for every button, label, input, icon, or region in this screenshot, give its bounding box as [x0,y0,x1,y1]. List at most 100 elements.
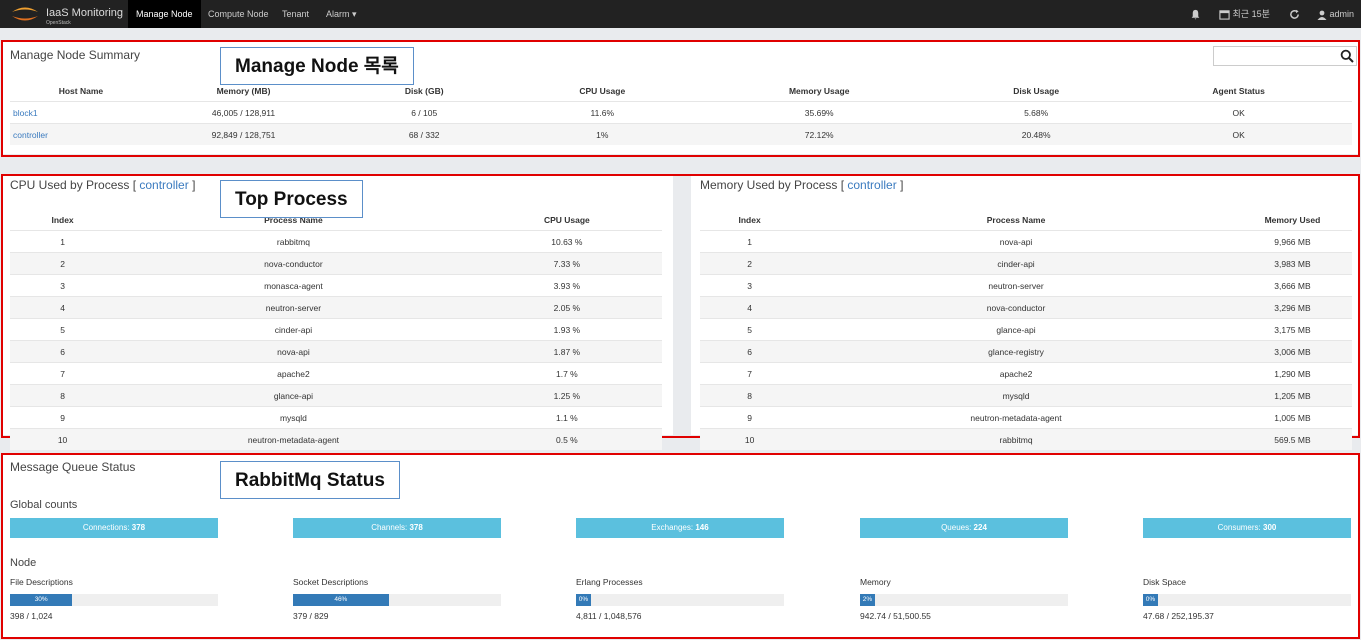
cell: 10 [700,428,800,450]
host-link-label: block1 [13,107,38,118]
table-row: 3 neutron-server 3,666 MB [700,274,1352,297]
host-link-label: controller [13,129,48,140]
metric-label: Erlang Processes [576,577,643,587]
progress-bar: 0% [576,594,784,606]
nav-tenant[interactable]: Tenant [274,0,317,28]
mq-title: Message Queue Status [10,460,136,474]
cpu-title-prefix: CPU Used by Process [ [10,178,140,192]
col-memory-used[interactable]: Memory Used [1233,209,1352,231]
cell: 9 [700,406,800,429]
cell: glance-api [115,384,472,407]
nav-alarm[interactable]: Alarm ▾ [318,0,365,28]
table-row: 3 monasca-agent 3.93 % [10,274,662,297]
node-label: Node [10,557,37,569]
progress-bar: 0% [1143,594,1351,606]
cell: 3,296 MB [1232,296,1352,319]
search-icon[interactable] [1340,49,1354,63]
table-row: 1 rabbitmq 10.63 % [10,230,662,253]
cell: 5 [700,318,800,341]
nav-alarm-label: Alarm [326,9,350,19]
count-value: 300 [1263,523,1277,532]
time-range-label: 최근 15분 [1232,9,1270,19]
cell: 7 [700,362,800,385]
notification-bell[interactable] [1190,0,1201,28]
table-row: 9 neutron-metadata-agent 1,005 MB [700,406,1352,429]
progress-bar: 2% [860,594,1068,606]
cell: monasca-agent [115,274,472,297]
cell: 2.05 % [471,296,662,319]
col-agent-status[interactable]: Agent Status [1125,80,1352,102]
count-badge[interactable]: Connections: 378 [10,518,218,538]
col-cpu-usage[interactable]: CPU Usage [472,209,662,231]
table-row: block1 46,005 / 128,911 6 / 105 11.6% 35… [10,101,1352,124]
time-range-selector[interactable]: 최근 15분 [1219,0,1270,28]
nav-manage-node[interactable]: Manage Node [128,0,201,28]
table-row: 8 mysqld 1,205 MB [700,384,1352,407]
cell: 20.48% [947,123,1126,145]
cell: neutron-server [115,296,472,319]
table-row: 9 mysqld 1.1 % [10,406,662,429]
table-row: 5 cinder-api 1.93 % [10,318,662,341]
refresh-icon [1290,9,1299,19]
count-badge[interactable]: Queues: 224 [860,518,1068,538]
metric-label: Disk Space [1143,577,1186,587]
cell: 46,005 / 128,911 [151,101,336,124]
col-memory-usage[interactable]: Memory Usage [691,80,947,102]
cell: 1.1 % [471,406,662,429]
cell: nova-api [115,340,472,363]
global-counts-label: Global counts [10,499,78,511]
cell: nova-conductor [799,296,1233,319]
nav-compute-node[interactable]: Compute Node [200,0,277,28]
col-disk-usage[interactable]: Disk Usage [947,80,1125,102]
cell: 8 [700,384,800,407]
col-cpu-usage[interactable]: CPU Usage [513,80,691,102]
mem-title-suffix: ] [896,178,904,192]
cell: 6 [10,340,116,363]
cell: 3,006 MB [1232,340,1352,363]
col-index[interactable]: Index [700,209,799,231]
cell: 72.12% [691,123,948,145]
cell: 1 [700,230,800,253]
memory-process-title: Memory Used by Process [ controller ] [700,178,903,192]
count-value: 378 [409,523,423,532]
table-row: 4 neutron-server 2.05 % [10,296,662,319]
col-host-name[interactable]: Host Name [10,80,152,102]
calendar-icon [1219,10,1230,20]
search-input[interactable] [1213,46,1357,66]
annotation-rabbitmq: RabbitMq Status [220,461,400,499]
cell: rabbitmq [115,230,472,253]
cell: 9 [10,406,116,429]
count-badge[interactable]: Channels: 378 [293,518,501,538]
cell: neutron-metadata-agent [799,406,1233,429]
metric-label: Socket Descriptions [293,577,369,587]
cell: 2 [700,252,800,275]
table-header-row: Host Name Memory (MB) Disk (GB) CPU Usag… [10,80,1352,102]
nav-tenant-label: Tenant [282,9,310,19]
col-index[interactable]: Index [10,209,115,231]
cell: mysqld [115,406,472,429]
refresh-button[interactable] [1289,0,1300,28]
brand[interactable]: IaaS Monitoring OpenStack [6,3,128,26]
col-process-name[interactable]: Process Name [799,209,1233,231]
count-badge[interactable]: Exchanges: 146 [576,518,784,538]
mem-host-link[interactable]: controller [847,178,896,192]
cell: neutron-metadata-agent [115,428,472,450]
cell: mysqld [799,384,1233,407]
brand-title: IaaS Monitoring [46,7,124,19]
cell: 1 [10,230,116,253]
top-navbar: IaaS Monitoring OpenStack Manage Node Co… [0,0,1361,28]
host-link[interactable]: block1 [10,101,152,124]
cell: glance-api [799,318,1233,341]
host-link[interactable]: controller [10,123,152,145]
cpu-host-link[interactable]: controller [139,178,188,192]
progress-bar: 46% [293,594,501,606]
cell: 1,290 MB [1232,362,1352,385]
cell: rabbitmq [799,428,1233,450]
user-menu[interactable]: admin [1317,0,1354,28]
table-row: 7 apache2 1.7 % [10,362,662,385]
user-name: admin [1329,9,1355,19]
count-value: 146 [695,523,709,532]
count-badge[interactable]: Consumers: 300 [1143,518,1351,538]
cell: cinder-api [115,318,472,341]
table-row: 7 apache2 1,290 MB [700,362,1352,385]
